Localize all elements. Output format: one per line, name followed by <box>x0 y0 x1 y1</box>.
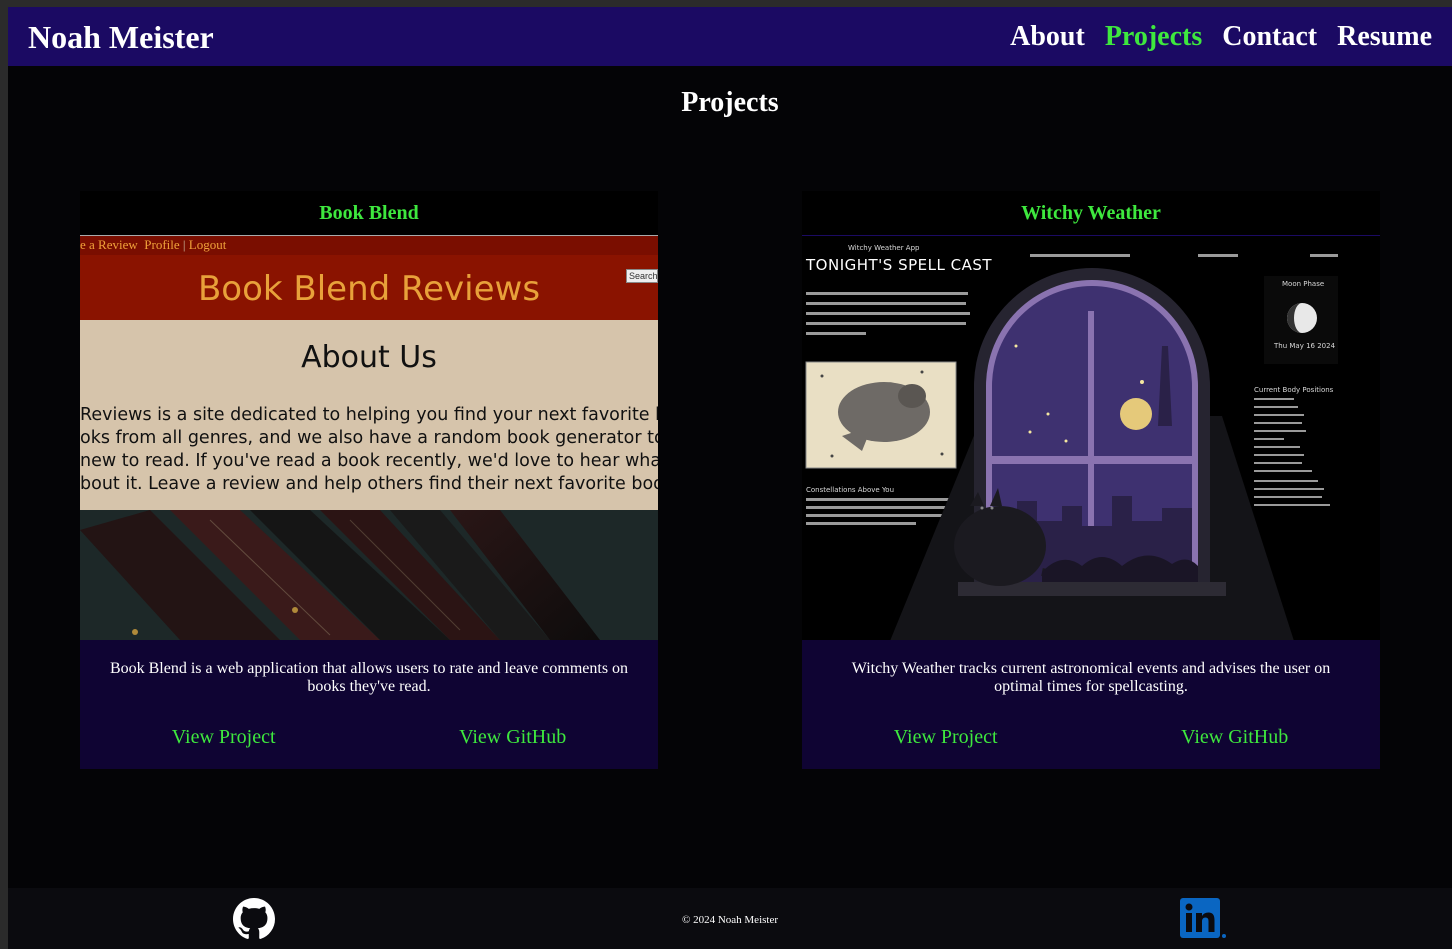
project-title: Book Blend <box>80 191 658 235</box>
preview-about-text: Reviews is a site dedicated to helping y… <box>80 404 658 496</box>
nav-contact[interactable]: Contact <box>1222 18 1317 56</box>
preview-banner: Search Book Blend Reviews <box>80 255 658 320</box>
witchy-art <box>805 254 1338 640</box>
footer: © 2024 Noah Meister <box>8 888 1452 949</box>
nav-about[interactable]: About <box>1010 18 1085 56</box>
preview-about-line: new to read. If you've read a book recen… <box>80 451 658 471</box>
brand-link[interactable]: Noah Meister <box>28 18 214 56</box>
preview-books-photo <box>80 510 658 640</box>
preview-about: About Us Reviews is a site dedicated to … <box>80 320 658 510</box>
preview-about-heading: About Us <box>301 340 437 375</box>
view-project-link[interactable]: View Project <box>894 724 998 750</box>
preview-nav-logout: Logout <box>188 237 227 252</box>
nav-resume[interactable]: Resume <box>1337 18 1432 56</box>
copyright-text: © 2024 Noah Meister <box>681 914 779 926</box>
project-description: Book Blend is a web application that all… <box>109 660 629 695</box>
preview-about-line: Reviews is a site dedicated to helping y… <box>80 405 658 425</box>
project-screenshot[interactable]: e a Review Profile | Logout Search Book … <box>80 235 658 640</box>
books-photo-art <box>80 510 658 640</box>
project-title: Witchy Weather <box>802 191 1380 235</box>
preview-site-title: Book Blend Reviews <box>197 269 541 309</box>
page-title: Projects <box>681 87 779 118</box>
project-screenshot[interactable]: Witchy Weather App TONIGHT'S SPELL CAST … <box>802 235 1380 640</box>
linkedin-icon[interactable] <box>1180 898 1228 940</box>
project-card-book-blend: Book Blend e a Review Profile | Logout S… <box>80 191 658 769</box>
project-links: View Project View GitHub <box>80 724 658 750</box>
browser-viewport: Noah Meister About Projects Contact Resu… <box>8 7 1452 949</box>
preview-about-line: oks from all genres, and we also have a … <box>80 428 658 448</box>
nav-projects[interactable]: Projects <box>1105 18 1202 56</box>
view-github-link[interactable]: View GitHub <box>459 724 566 750</box>
view-project-link[interactable]: View Project <box>172 724 276 750</box>
preview-witchy: Witchy Weather App TONIGHT'S SPELL CAST … <box>802 235 1380 640</box>
preview-nav-profile: Profile <box>144 237 180 252</box>
project-links: View Project View GitHub <box>802 724 1380 750</box>
navbar: Noah Meister About Projects Contact Resu… <box>8 7 1452 66</box>
preview-nav: e a Review Profile | Logout <box>80 235 658 255</box>
preview-nav-review: e a Review <box>80 237 138 252</box>
project-card-witchy-weather: Witchy Weather Witchy Weather App TONIGH… <box>802 191 1380 769</box>
nav-links: About Projects Contact Resume <box>1010 18 1432 56</box>
view-github-link[interactable]: View GitHub <box>1181 724 1288 750</box>
preview-about-line: bout it. Leave a review and help others … <box>80 474 658 494</box>
project-description: Witchy Weather tracks current astronomic… <box>851 660 1331 695</box>
